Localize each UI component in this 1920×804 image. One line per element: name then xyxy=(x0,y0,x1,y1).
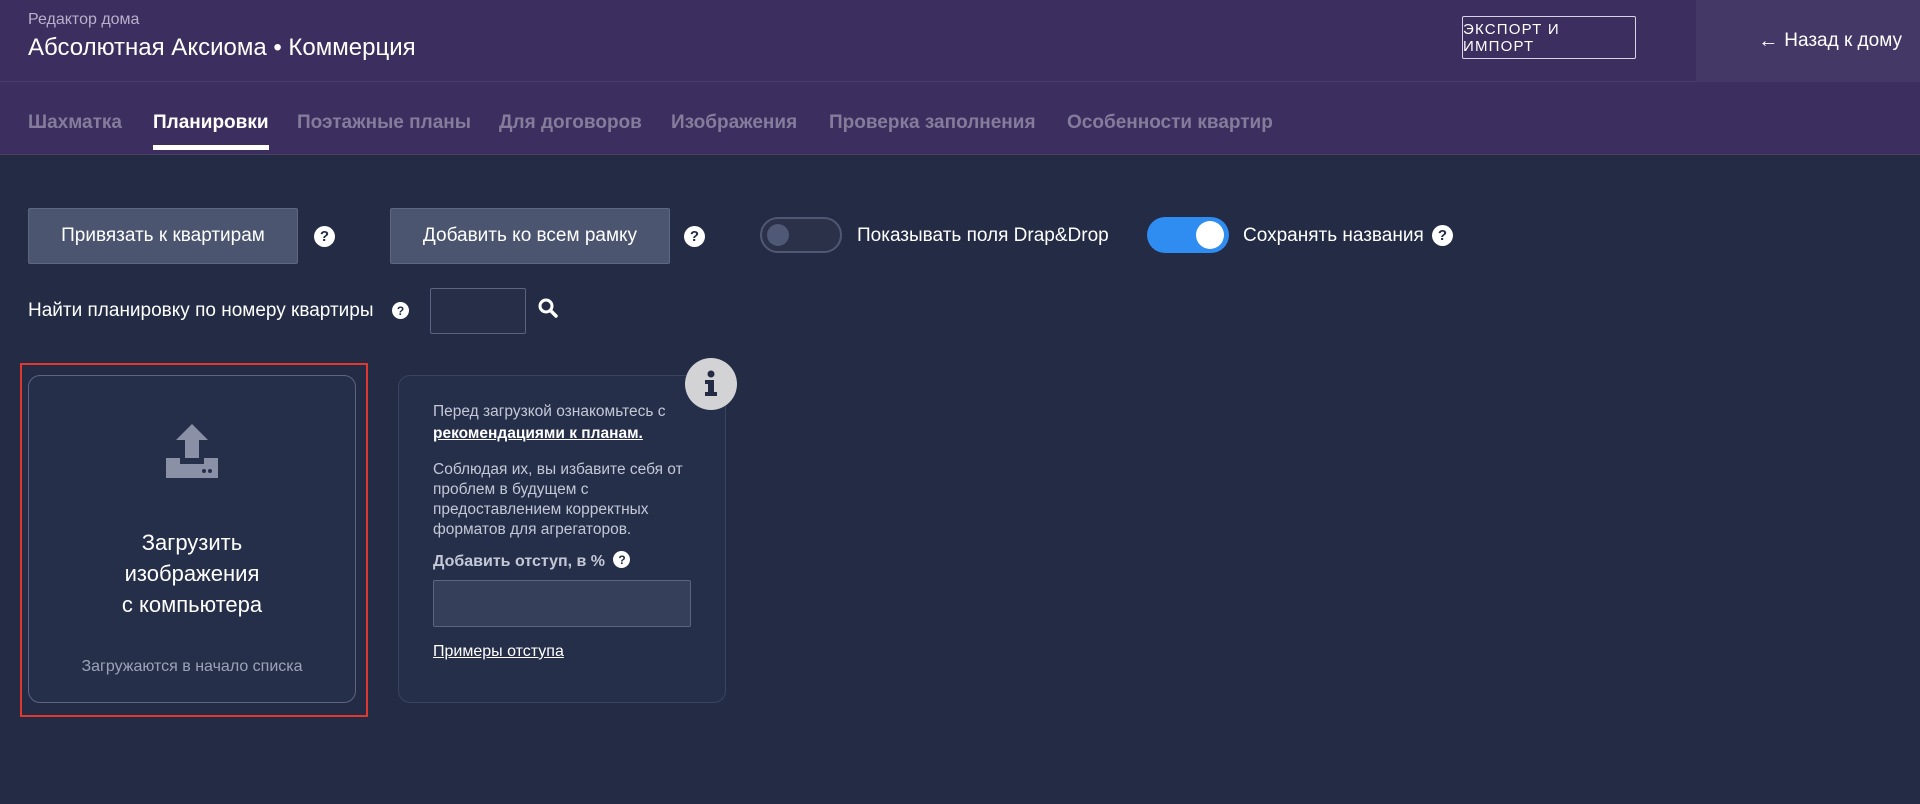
apartment-number-input[interactable] xyxy=(430,288,526,334)
page-title: Абсолютная Аксиома • Коммерция xyxy=(28,34,416,61)
upload-title-line: Загрузить xyxy=(141,530,243,555)
indent-label: Добавить отступ, в % ? xyxy=(433,551,631,571)
keep-names-label: Сохранять названия xyxy=(1243,225,1424,246)
upload-title-line: с компьютера xyxy=(121,592,263,617)
tabs-bar: Шахматка Планировки Поэтажные планы Для … xyxy=(0,82,1920,155)
bind-to-apartments-button[interactable]: Привязать к квартирам xyxy=(28,208,298,264)
help-icon[interactable]: ? xyxy=(613,551,631,569)
help-icon[interactable]: ? xyxy=(392,302,409,319)
keep-names-toggle[interactable] xyxy=(1147,217,1229,253)
toggle-knob xyxy=(767,224,789,246)
upload-hint: Загружаются в начало списка xyxy=(81,658,303,675)
help-icon[interactable]: ? xyxy=(684,226,705,247)
info-body: Соблюдая их, вы избавите себя от проблем… xyxy=(433,461,683,538)
back-to-house-label: Назад к дому xyxy=(1784,30,1902,51)
dragdrop-toggle[interactable] xyxy=(760,217,842,253)
indent-examples-link[interactable]: Примеры отступа xyxy=(433,643,564,661)
add-frame-to-all-button[interactable]: Добавить ко всем рамку xyxy=(390,208,670,264)
upload-icon xyxy=(166,424,218,478)
indent-label-text: Добавить отступ, в % xyxy=(433,553,606,570)
tab-apartment-features[interactable]: Особенности квартир xyxy=(1067,112,1273,134)
editor-subtitle: Редактор дома xyxy=(28,11,140,28)
tab-layouts[interactable]: Планировки xyxy=(153,112,269,150)
back-to-house-link[interactable]: ← Назад к дому xyxy=(1696,0,1920,82)
tab-fill-check[interactable]: Проверка заполнения xyxy=(829,112,1036,134)
info-intro: Перед загрузкой ознакомьтесь с xyxy=(433,403,666,420)
toggle-knob xyxy=(1196,221,1224,249)
upload-info-card: Перед загрузкой ознакомьтесь с рекоменда… xyxy=(398,375,726,703)
search-label: Найти планировку по номеру квартиры xyxy=(28,300,374,321)
upload-title-line: изображения xyxy=(124,561,260,586)
dragdrop-label: Показывать поля Drap&Drop xyxy=(857,225,1109,246)
info-icon xyxy=(705,370,717,396)
info-badge[interactable] xyxy=(685,358,737,410)
help-icon[interactable]: ? xyxy=(1432,225,1453,246)
tab-floor-plans[interactable]: Поэтажные планы xyxy=(297,112,471,134)
tab-chessboard[interactable]: Шахматка xyxy=(28,112,122,134)
upload-from-computer-card[interactable]: Загрузить изображения с компьютера Загру… xyxy=(28,375,356,703)
tab-contracts[interactable]: Для договоров xyxy=(499,112,642,134)
search-icon[interactable] xyxy=(538,298,558,318)
help-icon[interactable]: ? xyxy=(314,226,335,247)
upload-title: Загрузить изображения с компьютера xyxy=(29,527,355,620)
recommendations-link[interactable]: рекомендациями к планам. xyxy=(433,424,643,444)
arrow-left-icon: ← xyxy=(1758,29,1779,52)
header: Редактор дома Абсолютная Аксиома • Комме… xyxy=(0,0,1920,82)
tab-images[interactable]: Изображения xyxy=(671,112,797,134)
export-import-button[interactable]: ЭКСПОРТ И ИМПОРТ xyxy=(1462,16,1636,59)
indent-percent-input[interactable] xyxy=(433,580,691,627)
